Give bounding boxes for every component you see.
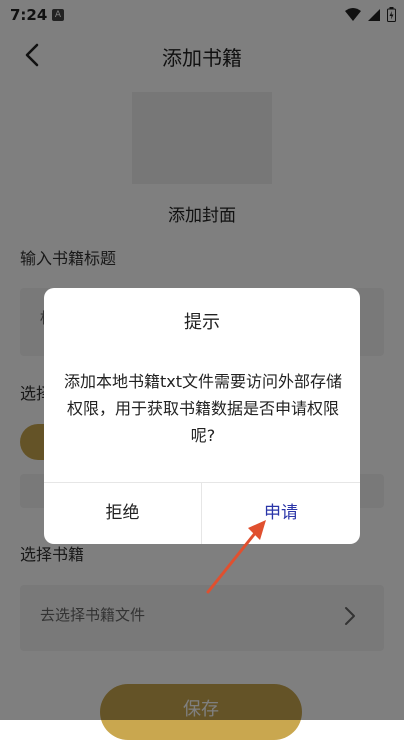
- permission-dialog: 提示 添加本地书籍txt文件需要访问外部存储权限，用于获取书籍数据是否申请权限呢…: [44, 288, 360, 544]
- dialog-title: 提示: [184, 312, 220, 333]
- annotation-arrow-icon: [206, 520, 266, 594]
- deny-button[interactable]: 拒绝: [44, 483, 201, 544]
- dialog-message: 添加本地书籍txt文件需要访问外部存储权限，用于获取书籍数据是否申请权限呢?: [63, 372, 343, 445]
